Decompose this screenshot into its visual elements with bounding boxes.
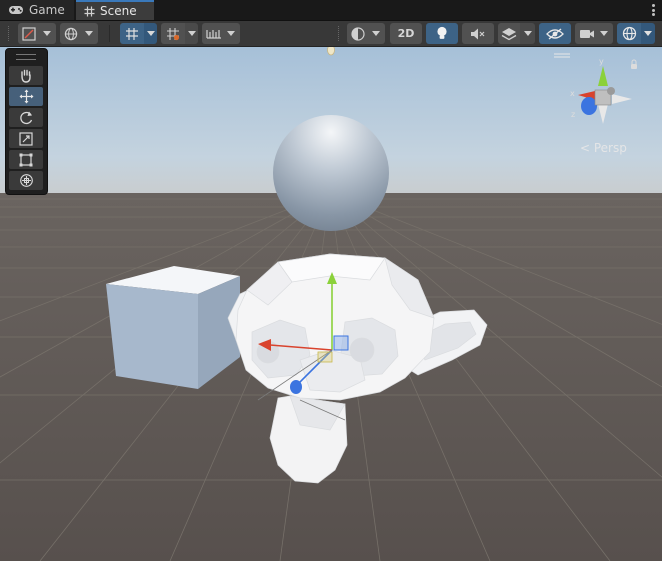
- sphere-object[interactable]: [273, 115, 389, 231]
- toolbar-grip: [8, 26, 11, 41]
- lightbulb-icon: [437, 26, 447, 39]
- tab-bar: Game Scene: [0, 0, 662, 21]
- shading-mode-button[interactable]: [347, 23, 385, 44]
- scale-tool-button[interactable]: [9, 129, 43, 148]
- axis-y-label: y: [599, 57, 604, 66]
- draw-mode-icon: [22, 26, 36, 41]
- globe-icon: [64, 27, 78, 40]
- grid-snapping-button[interactable]: [120, 23, 144, 44]
- transform-tool-button[interactable]: [9, 171, 43, 190]
- axis-z-label: z: [571, 110, 575, 119]
- layers-icon: [501, 27, 517, 40]
- view-tool-button[interactable]: [9, 66, 43, 85]
- panel-menu-icon[interactable]: [652, 4, 656, 16]
- light-gizmo-icon[interactable]: [327, 47, 335, 56]
- chevron-down-icon: [187, 31, 196, 36]
- tab-game[interactable]: Game: [0, 0, 74, 20]
- rotate-tool-button[interactable]: [9, 108, 43, 127]
- scene-toolbar: 2D: [0, 21, 662, 47]
- gizmo-globe-icon: [622, 26, 636, 41]
- draw-mode-button[interactable]: [18, 23, 56, 44]
- shaded-sphere-icon: [351, 26, 365, 41]
- move-arrows-icon: [19, 89, 33, 104]
- increment-snap-button[interactable]: [161, 23, 185, 44]
- gamepad-icon: [9, 6, 23, 14]
- lighting-toggle-button[interactable]: [426, 23, 458, 44]
- tab-scene[interactable]: Scene: [76, 0, 154, 20]
- rect-transform-icon: [19, 153, 33, 166]
- video-camera-icon: [580, 29, 594, 38]
- tab-game-label: Game: [29, 3, 65, 17]
- rect-tool-button[interactable]: [9, 150, 43, 169]
- gizmos-toggle-button[interactable]: [617, 23, 641, 44]
- scale-icon: [19, 131, 33, 146]
- cube-object[interactable]: [106, 266, 240, 389]
- rotate-icon: [19, 111, 32, 125]
- tool-palette: [5, 48, 48, 195]
- chevron-down-icon: [146, 31, 155, 36]
- chevron-down-icon: [43, 31, 51, 36]
- 2d-toggle-button[interactable]: 2D: [390, 23, 422, 44]
- snap-settings-button[interactable]: [202, 23, 240, 44]
- camera-settings-button[interactable]: [575, 23, 613, 44]
- scene-viewport[interactable]: y x z: [0, 47, 662, 561]
- effects-toggle-button[interactable]: [498, 23, 520, 44]
- render-mode-button[interactable]: [60, 23, 98, 44]
- audio-toggle-button[interactable]: [462, 23, 494, 44]
- hand-icon: [21, 69, 31, 83]
- chevron-down-icon: [85, 31, 93, 36]
- increment-snap-dropdown[interactable]: [185, 23, 198, 44]
- grid-hash-icon: [84, 6, 95, 16]
- scene-visibility-button[interactable]: [539, 23, 571, 44]
- grid-snap-icon: [126, 27, 138, 40]
- scene-render: y x z: [0, 47, 662, 561]
- lock-icon[interactable]: [631, 64, 637, 69]
- move-tool-button[interactable]: [9, 87, 43, 106]
- projection-label[interactable]: < Persp: [580, 141, 627, 155]
- chevron-down-icon: [600, 31, 608, 36]
- increment-snap-icon: [167, 27, 180, 40]
- chevron-down-icon: [372, 31, 380, 36]
- ruler-icon: [206, 29, 221, 39]
- transform-icon: [19, 174, 33, 187]
- chevron-down-icon: [227, 31, 235, 36]
- toolbar-grip: [338, 26, 341, 41]
- speaker-muted-icon: [471, 28, 485, 39]
- tab-scene-label: Scene: [100, 4, 137, 18]
- gizmos-dropdown[interactable]: [641, 23, 655, 44]
- axis-x-label: x: [570, 89, 575, 98]
- grid-snapping-dropdown[interactable]: [144, 23, 157, 44]
- tool-palette-handle[interactable]: [16, 54, 36, 60]
- chevron-down-icon: [523, 31, 532, 36]
- toolbar-separator: [109, 25, 110, 42]
- chevron-down-icon: [644, 31, 652, 36]
- eye-slash-icon: [546, 27, 564, 40]
- effects-dropdown[interactable]: [520, 23, 535, 44]
